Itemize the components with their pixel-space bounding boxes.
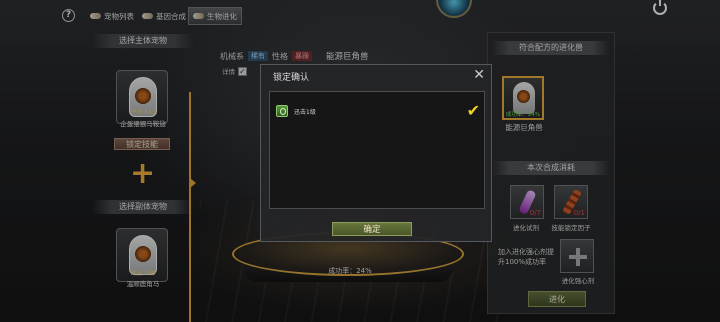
skill-label: 迅击1级 bbox=[294, 108, 316, 116]
close-icon[interactable]: ✕ bbox=[473, 65, 485, 85]
skill-row[interactable]: 迅击1级 ✔ bbox=[276, 102, 480, 120]
skill-icon bbox=[276, 105, 288, 117]
dialog-title: 锁定确认 bbox=[273, 73, 310, 83]
lock-confirm-dialog: 锁定确认 ✕ 迅击1级 ✔ 确定 bbox=[260, 64, 492, 242]
check-icon[interactable]: ✔ bbox=[467, 103, 480, 119]
skill-list: 迅击1级 ✔ bbox=[269, 91, 485, 209]
confirm-button[interactable]: 确定 bbox=[332, 222, 412, 236]
